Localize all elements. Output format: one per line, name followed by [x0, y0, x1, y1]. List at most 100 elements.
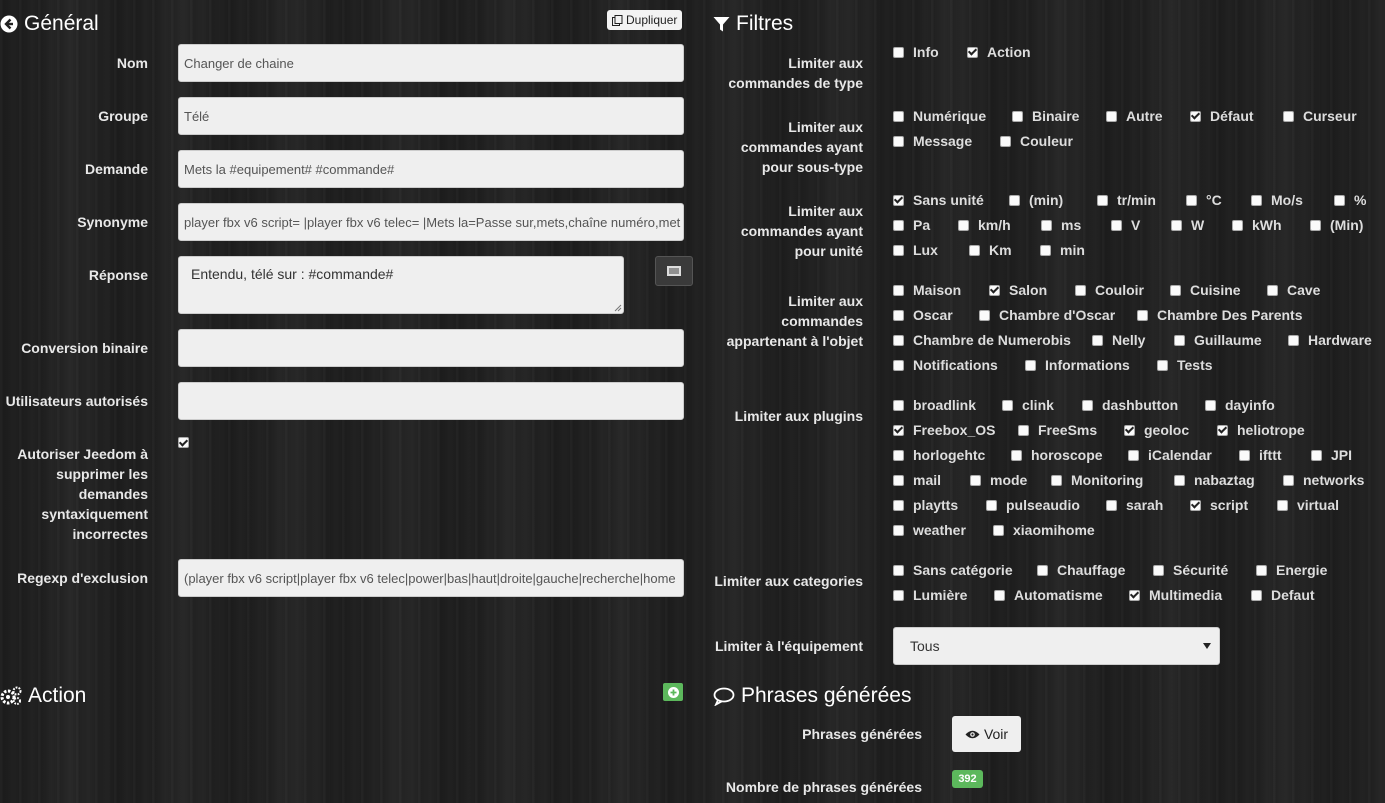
filter-checkbox-plugins[interactable]: virtual: [1277, 497, 1339, 513]
checkbox-box[interactable]: [893, 46, 904, 58]
checkbox-box[interactable]: [1000, 135, 1011, 147]
checkbox-box[interactable]: [1011, 449, 1022, 461]
filter-checkbox-soustype[interactable]: Autre: [1106, 108, 1163, 124]
filter-checkbox-plugins[interactable]: JPI: [1311, 447, 1352, 463]
filter-checkbox-objet[interactable]: Couloir: [1075, 282, 1144, 298]
filter-checkbox-objet[interactable]: Salon: [989, 282, 1047, 298]
filter-checkbox-plugins[interactable]: weather: [893, 522, 966, 538]
filter-checkbox-plugins[interactable]: dashbutton: [1082, 397, 1178, 413]
checkbox-box[interactable]: [1256, 564, 1267, 576]
filter-checkbox-unite[interactable]: ms: [1041, 217, 1081, 233]
checkbox-box[interactable]: [893, 564, 904, 576]
checkbox-box[interactable]: [1334, 194, 1345, 206]
filter-checkbox-categories[interactable]: Defaut: [1251, 587, 1315, 603]
reponse-textarea[interactable]: Entendu, télé sur : #commande#: [178, 256, 624, 314]
filter-checkbox-soustype[interactable]: Binaire: [1012, 108, 1079, 124]
filter-checkbox-objet[interactable]: Guillaume: [1174, 332, 1262, 348]
filter-checkbox-unite[interactable]: tr/min: [1097, 192, 1156, 208]
checkbox-box[interactable]: [1137, 309, 1148, 321]
checkbox-box[interactable]: [1097, 194, 1108, 206]
filter-checkbox-unite[interactable]: (Min): [1310, 217, 1363, 233]
checkbox-box[interactable]: [893, 219, 904, 231]
checkbox-box[interactable]: [1111, 219, 1122, 231]
checkbox-box[interactable]: [979, 309, 990, 321]
filter-checkbox-soustype[interactable]: Message: [893, 133, 972, 149]
filter-checkbox-categories[interactable]: Sécurité: [1153, 562, 1228, 578]
filter-checkbox-unite[interactable]: Mo/s: [1251, 192, 1303, 208]
checkbox-box[interactable]: [958, 219, 969, 231]
groupe-input[interactable]: Télé: [178, 97, 684, 135]
checkbox-box[interactable]: [1041, 219, 1052, 231]
filter-checkbox-categories[interactable]: Energie: [1256, 562, 1327, 578]
utilisateurs-input[interactable]: [178, 382, 684, 420]
checkbox-box[interactable]: [1129, 589, 1140, 601]
checkbox-box[interactable]: [893, 474, 904, 486]
filter-checkbox-objet[interactable]: Maison: [893, 282, 961, 298]
voir-button[interactable]: Voir: [952, 716, 1021, 752]
checkbox-box[interactable]: [1310, 219, 1321, 231]
filter-checkbox-unite[interactable]: (min): [1009, 192, 1063, 208]
filter-checkbox-soustype[interactable]: Couleur: [1000, 133, 1073, 149]
filter-checkbox-unite[interactable]: Km: [969, 242, 1012, 258]
filter-checkbox-objet[interactable]: Chambre d'Oscar: [979, 307, 1115, 323]
checkbox-box[interactable]: [893, 244, 904, 256]
filter-checkbox-objet[interactable]: Chambre de Numerobis: [893, 332, 1071, 348]
filter-checkbox-objet[interactable]: Informations: [1025, 357, 1130, 373]
conversion-input[interactable]: [178, 329, 684, 367]
filter-checkbox-unite[interactable]: kWh: [1232, 217, 1282, 233]
filter-checkbox-categories[interactable]: Automatisme: [994, 587, 1103, 603]
filter-checkbox-plugins[interactable]: horoscope: [1011, 447, 1103, 463]
checkbox-box[interactable]: [1283, 110, 1294, 122]
checkbox-box[interactable]: [893, 399, 904, 411]
regexp-input[interactable]: (player fbx v6 script|player fbx v6 tele…: [178, 559, 684, 597]
checkbox-box[interactable]: [1171, 219, 1182, 231]
filter-checkbox-plugins[interactable]: clink: [1002, 397, 1054, 413]
checkbox-box[interactable]: [1251, 194, 1262, 206]
filter-checkbox-plugins[interactable]: heliotrope: [1217, 422, 1305, 438]
equipement-select[interactable]: Tous: [893, 627, 1220, 665]
filter-checkbox-unite[interactable]: Sans unité: [893, 192, 984, 208]
filter-checkbox-objet[interactable]: Notifications: [893, 357, 998, 373]
checkbox-box[interactable]: [1251, 589, 1262, 601]
checkbox-box[interactable]: [1174, 334, 1185, 346]
checkbox-box[interactable]: [1012, 110, 1023, 122]
filter-checkbox-plugins[interactable]: playtts: [893, 497, 958, 513]
filter-checkbox-plugins[interactable]: horlogehtc: [893, 447, 985, 463]
filter-checkbox-plugins[interactable]: networks: [1283, 472, 1364, 488]
checkbox-box[interactable]: [1037, 564, 1048, 576]
checkbox-box[interactable]: [1040, 244, 1051, 256]
duplicate-button[interactable]: Dupliquer: [607, 10, 683, 30]
autoriser-checkbox[interactable]: [178, 437, 198, 448]
filter-checkbox-plugins[interactable]: nabaztag: [1174, 472, 1255, 488]
checkbox-box[interactable]: [893, 499, 904, 511]
synonyme-input[interactable]: player fbx v6 script= |player fbx v6 tel…: [178, 203, 684, 241]
checkbox-box[interactable]: [1002, 399, 1013, 411]
checkbox-box[interactable]: [1205, 399, 1216, 411]
filter-checkbox-soustype[interactable]: Curseur: [1283, 108, 1357, 124]
filter-checkbox-plugins[interactable]: dayinfo: [1205, 397, 1275, 413]
checkbox-box[interactable]: [1051, 474, 1062, 486]
checkbox-box[interactable]: [1277, 499, 1288, 511]
filter-checkbox-plugins[interactable]: iCalendar: [1128, 447, 1212, 463]
checkbox-box[interactable]: [1190, 110, 1201, 122]
resize-handle-icon[interactable]: [614, 304, 622, 312]
filter-checkbox-categories[interactable]: Multimedia: [1129, 587, 1222, 603]
checkbox-box[interactable]: [1128, 449, 1139, 461]
filter-checkbox-soustype[interactable]: Défaut: [1190, 108, 1254, 124]
checkbox-box[interactable]: [1267, 284, 1278, 296]
checkbox-box[interactable]: [1239, 449, 1250, 461]
checkbox-box[interactable]: [893, 194, 904, 206]
filter-checkbox-plugins[interactable]: geoloc: [1124, 422, 1189, 438]
checkbox-box[interactable]: [893, 135, 904, 147]
filter-checkbox-objet[interactable]: Chambre Des Parents: [1137, 307, 1303, 323]
checkbox-box[interactable]: [1217, 424, 1228, 436]
filter-checkbox-unite[interactable]: W: [1171, 217, 1204, 233]
filter-checkbox-plugins[interactable]: mode: [970, 472, 1027, 488]
filter-checkbox-unite[interactable]: Pa: [893, 217, 930, 233]
checkbox-box[interactable]: [178, 437, 189, 448]
filter-checkbox-categories[interactable]: Lumière: [893, 587, 967, 603]
checkbox-box[interactable]: [1288, 334, 1299, 346]
checkbox-box[interactable]: [1082, 399, 1093, 411]
filter-checkbox-plugins[interactable]: Monitoring: [1051, 472, 1143, 488]
filter-checkbox-soustype[interactable]: Numérique: [893, 108, 986, 124]
